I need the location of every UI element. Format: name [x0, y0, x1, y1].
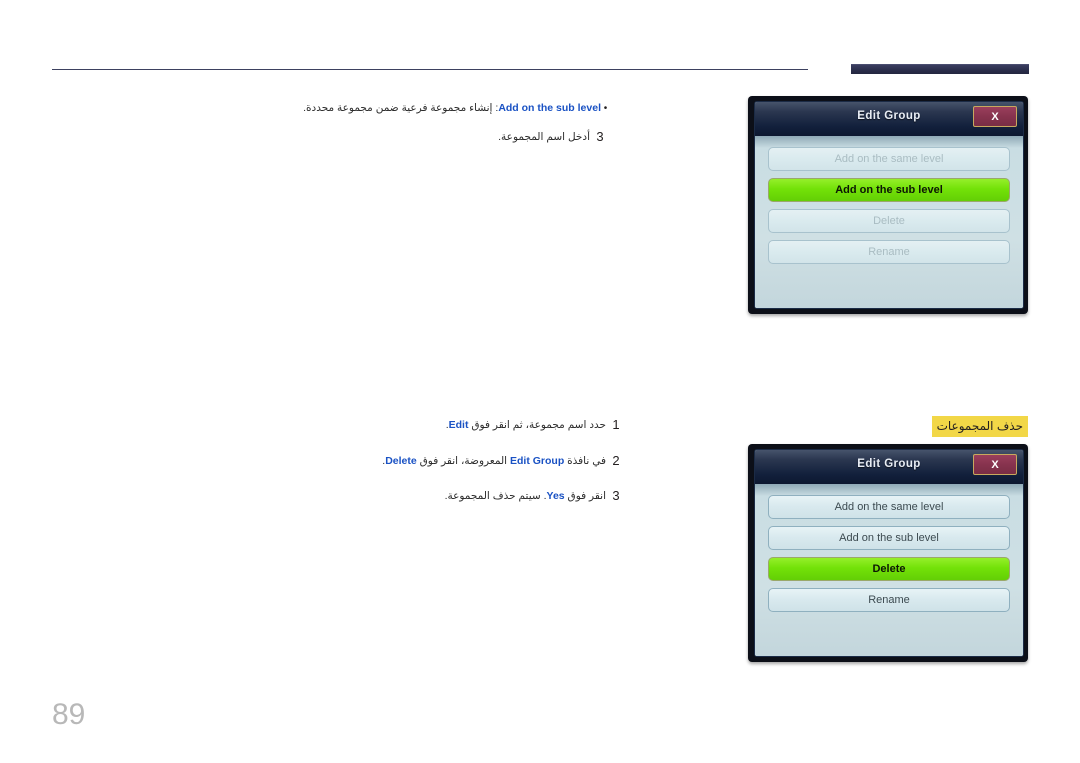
step-1-prefix: حدد اسم مجموعة، ثم انقر فوق	[468, 419, 606, 431]
dialog-2-button-rename[interactable]: Rename	[768, 588, 1010, 612]
dialog-1-body: Add on the same level Add on the sub lev…	[755, 136, 1023, 308]
dialog-2-button-add-same-level[interactable]: Add on the same level	[768, 495, 1010, 519]
header-thin-rule	[52, 69, 808, 70]
close-icon[interactable]: X	[973, 454, 1017, 475]
bullet-item-add-sub-level: • Add on the sub level: إنشاء مجموعة فرع…	[303, 100, 610, 117]
step-2-prefix: في نافذة	[564, 455, 606, 467]
dialog-2-button-delete[interactable]: Delete	[768, 557, 1010, 581]
step-text-1: حدد اسم مجموعة، ثم انقر فوق Edit.	[446, 416, 606, 434]
step-2-keyword-delete: Delete	[385, 455, 417, 467]
section-heading-delete-groups: حذف المجموعات	[931, 416, 1028, 437]
top-step-text: أدخل اسم المجموعة.	[498, 131, 590, 143]
bullet-content: Add on the sub level: إنشاء مجموعة فرعية…	[303, 100, 601, 117]
step-row-3: 3 انقر فوق Yes. سيتم حذف المجموعة.	[445, 487, 626, 505]
step-3-keyword-yes: Yes	[546, 490, 565, 502]
top-step-3: 3 أدخل اسم المجموعة.	[498, 128, 610, 146]
close-icon[interactable]: X	[973, 106, 1017, 127]
page-number: 89	[52, 698, 86, 731]
step-number-1: 1	[612, 417, 620, 432]
dialog-1-frame: Edit Group X Add on the same level Add o…	[754, 101, 1024, 309]
step-2-middle: المعروضة، انقر فوق	[416, 455, 510, 467]
bullet-term: Add on the sub level	[498, 102, 601, 114]
step-number-2: 2	[612, 453, 620, 468]
step-1-keyword-edit: Edit	[448, 419, 469, 431]
step-row-1: 1 حدد اسم مجموعة، ثم انقر فوق Edit.	[446, 416, 626, 434]
dialog-2-body: Add on the same level Add on the sub lev…	[755, 484, 1023, 656]
step-2-keyword-edit-group: Edit Group	[509, 455, 565, 467]
bullet-marker: •	[603, 103, 608, 114]
step-text-3: انقر فوق Yes. سيتم حذف المجموعة.	[445, 487, 606, 505]
dialog-1-button-delete[interactable]: Delete	[768, 209, 1010, 233]
dialog-1-button-add-same-level[interactable]: Add on the same level	[768, 147, 1010, 171]
dialog-1-titlebar: Edit Group X	[755, 102, 1023, 137]
dialog-2-frame: Edit Group X Add on the same level Add o…	[754, 449, 1024, 657]
bullet-description: : إنشاء مجموعة فرعية ضمن مجموعة محددة.	[303, 102, 499, 114]
step-number-3: 3	[612, 488, 620, 503]
step-3-suffix: . سيتم حذف المجموعة.	[444, 490, 547, 502]
step-text-2: في نافذة Edit Group المعروضة، انقر فوق D…	[382, 452, 606, 470]
step-row-2: 2 في نافذة Edit Group المعروضة، انقر فوق…	[382, 452, 626, 470]
dialog-1-button-add-sub-level[interactable]: Add on the sub level	[768, 178, 1010, 202]
dialog-1-button-rename[interactable]: Rename	[768, 240, 1010, 264]
dialog-2-button-add-sub-level[interactable]: Add on the sub level	[768, 526, 1010, 550]
top-step-number: 3	[596, 129, 604, 144]
edit-group-dialog-1[interactable]: Edit Group X Add on the same level Add o…	[748, 96, 1028, 314]
step-3-prefix: انقر فوق	[564, 490, 606, 502]
header-accent-bar	[851, 64, 1029, 74]
edit-group-dialog-2[interactable]: Edit Group X Add on the same level Add o…	[748, 444, 1028, 662]
dialog-2-titlebar: Edit Group X	[755, 450, 1023, 485]
